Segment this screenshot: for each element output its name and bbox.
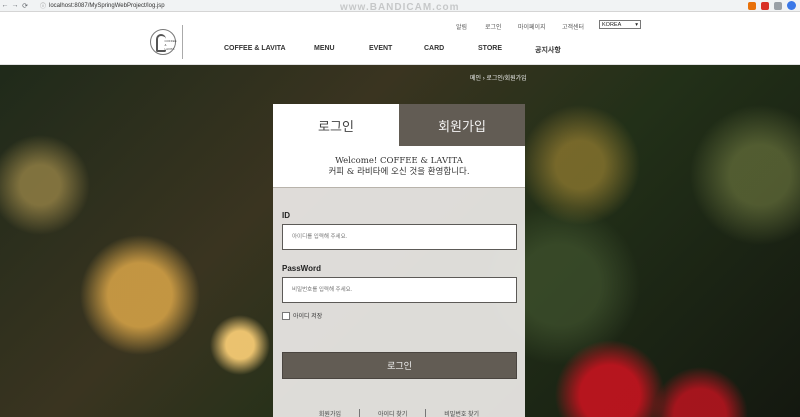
url-text: localhost:8087/MySpringWebProject/log.js… (49, 2, 165, 9)
util-link-support[interactable]: 고객센터 (562, 22, 584, 31)
logo-emblem-icon: COFFEE & LAVITA (149, 29, 177, 55)
info-icon[interactable]: ⓘ (40, 1, 46, 10)
find-password-link[interactable]: 비밀번호 찾기 (426, 409, 497, 417)
language-value: KOREA (602, 21, 622, 28)
profile-avatar[interactable] (787, 1, 796, 10)
nav-item-brand[interactable]: COFFEE & LAVITA (224, 45, 286, 52)
signup-link[interactable]: 회원가입 (301, 409, 360, 417)
find-id-link[interactable]: 아이디 찾기 (360, 409, 427, 417)
extensions-area (748, 1, 796, 10)
welcome-message: Welcome! COFFEE & LAVITA 커피 & 라비타에 오신 것을… (273, 146, 525, 188)
site-header (0, 12, 800, 65)
remember-id-checkbox[interactable] (282, 311, 290, 320)
welcome-line-1: Welcome! COFFEE & LAVITA (335, 156, 463, 166)
language-select[interactable]: KOREA ▾ (599, 20, 641, 29)
extension-icon[interactable] (774, 1, 782, 10)
logo-text: COFFEE & LAVITA (164, 39, 177, 51)
reload-icon[interactable]: ⟳ (20, 2, 30, 10)
id-input[interactable] (282, 224, 517, 250)
login-card: 로그인 회원가입 Welcome! COFFEE & LAVITA 커피 & 라… (273, 104, 525, 417)
util-link-mypage[interactable]: 마이페이지 (518, 22, 546, 31)
password-label: PassWord (282, 264, 321, 273)
address-bar[interactable]: ⓘ localhost:8087/MySpringWebProject/log.… (36, 1, 169, 11)
nav-item-store[interactable]: STORE (478, 45, 502, 52)
util-link-notice[interactable]: 알림 (456, 22, 467, 31)
forward-icon[interactable]: → (10, 2, 20, 9)
breadcrumb: 메인 › 로그인/회원가입 (470, 76, 527, 82)
welcome-line-2: 커피 & 라비타에 오신 것을 환영합니다. (328, 167, 470, 177)
chevron-down-icon: ▾ (635, 21, 638, 28)
login-submit-button[interactable]: 로그인 (282, 352, 517, 379)
password-input[interactable] (282, 277, 517, 303)
nav-item-card[interactable]: CARD (424, 45, 444, 52)
browser-toolbar: ← → ⟳ ⓘ localhost:8087/MySpringWebProjec… (0, 0, 800, 13)
nav-item-menu[interactable]: MENU (314, 45, 335, 52)
back-icon[interactable]: ← (0, 2, 10, 9)
nav-item-event[interactable]: EVENT (369, 45, 392, 52)
id-label: ID (282, 211, 290, 220)
remember-id-option[interactable]: 아이디 저장 (282, 311, 322, 320)
util-link-login[interactable]: 로그인 (485, 22, 502, 31)
nav-item-notice[interactable]: 공지사항 (535, 45, 561, 55)
remember-id-label: 아이디 저장 (293, 314, 323, 320)
account-links: 회원가입 아이디 찾기 비밀번호 찾기 (273, 409, 525, 417)
extension-icon[interactable] (748, 1, 756, 10)
site-logo[interactable]: COFFEE & LAVITA (143, 25, 183, 59)
tab-login[interactable]: 로그인 (273, 104, 399, 146)
extension-icon[interactable] (761, 1, 769, 10)
tab-join[interactable]: 회원가입 (399, 104, 525, 146)
